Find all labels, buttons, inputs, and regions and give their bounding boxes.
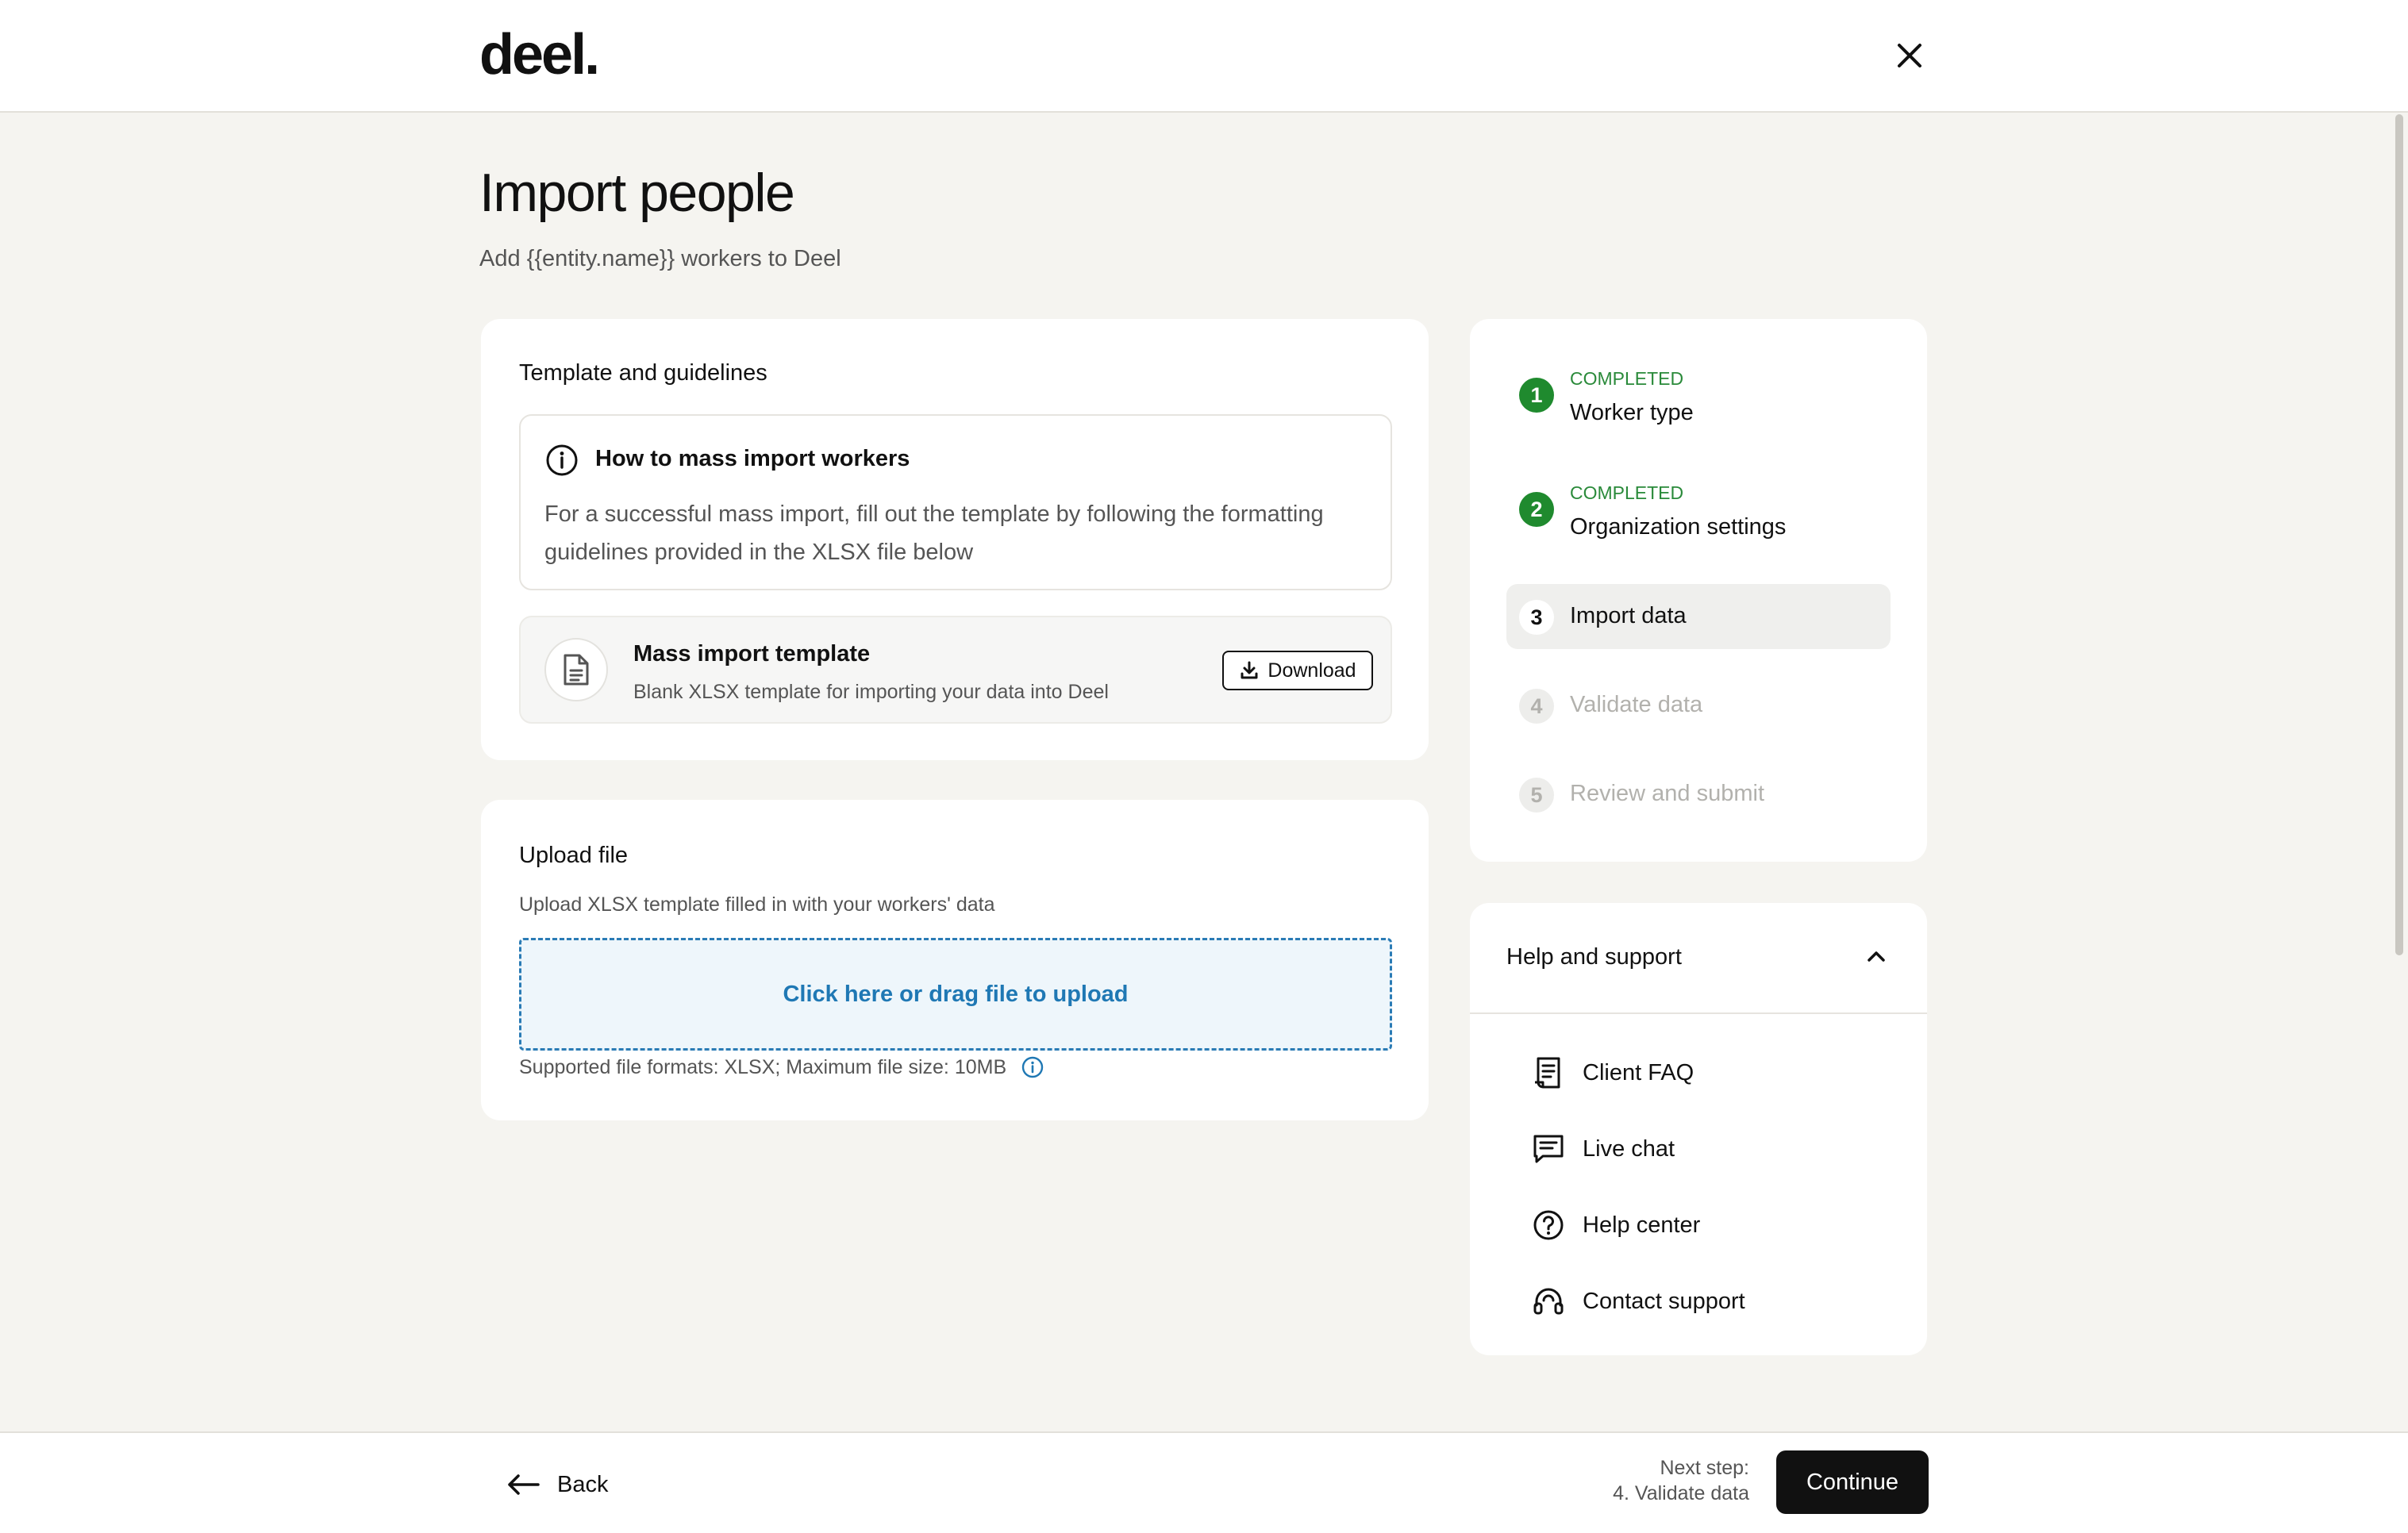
close-icon <box>1898 44 1921 67</box>
step-number-badge: 3 <box>1519 600 1554 635</box>
close-button[interactable] <box>1889 35 1930 76</box>
file-icon-wrapper <box>544 638 608 701</box>
how-to-info-box: How to mass import workers For a success… <box>519 414 1392 590</box>
step-label: Validate data <box>1570 692 1703 717</box>
step-import-data[interactable]: 3 Import data <box>1506 584 1891 649</box>
info-icon[interactable] <box>1021 1055 1044 1079</box>
upload-description: Upload XLSX template filled in with your… <box>519 893 995 916</box>
deel-logo[interactable]: deel. <box>479 22 600 87</box>
chat-bubble-icon <box>1533 1135 1564 1163</box>
help-item-label: Help center <box>1583 1212 1701 1238</box>
help-item-help-center[interactable]: Help center <box>1532 1201 1881 1249</box>
headset-icon <box>1533 1288 1564 1315</box>
step-number-badge: 1 <box>1519 378 1554 413</box>
help-title: Help and support <box>1506 944 1682 970</box>
help-item-label: Contact support <box>1583 1288 1745 1314</box>
file-dropzone[interactable]: Click here or drag file to upload <box>519 938 1392 1051</box>
help-item-label: Client FAQ <box>1583 1059 1694 1085</box>
upload-file-card: Upload file Upload XLSX template filled … <box>481 800 1429 1120</box>
help-header[interactable]: Help and support <box>1470 903 1927 1014</box>
back-label: Back <box>557 1471 609 1497</box>
faq-document-icon <box>1535 1057 1560 1089</box>
template-title: Mass import template <box>633 641 871 667</box>
steps-card: 1 COMPLETED Worker type 2 COMPLETED Orga… <box>1470 319 1927 862</box>
step-label: Review and submit <box>1570 781 1764 806</box>
step-number-badge: 4 <box>1519 689 1554 724</box>
download-icon <box>1241 661 1258 679</box>
page-subtitle: Add {{entity.name}} workers to Deel <box>479 246 841 271</box>
supported-formats: Supported file formats: XLSX; Maximum fi… <box>519 1055 1044 1079</box>
continue-button[interactable]: Continue <box>1776 1450 1929 1514</box>
question-circle-icon <box>1533 1210 1564 1240</box>
chevron-up-icon[interactable] <box>1864 944 1889 970</box>
document-icon <box>564 654 589 686</box>
step-review-and-submit: 5 Review and submit <box>1506 762 1891 827</box>
step-status: COMPLETED <box>1570 368 1684 389</box>
step-number-badge: 2 <box>1519 492 1554 527</box>
step-worker-type[interactable]: 1 COMPLETED Worker type <box>1506 362 1891 427</box>
help-item-live-chat[interactable]: Live chat <box>1532 1125 1881 1173</box>
continue-label: Continue <box>1806 1469 1899 1495</box>
next-step-label: Next step: <box>1660 1457 1749 1479</box>
next-step-info: Next step: 4. Validate data <box>1556 1455 1749 1506</box>
footer-bar: Back Next step: 4. Validate data Continu… <box>0 1431 2408 1533</box>
step-number-badge: 5 <box>1519 778 1554 813</box>
mass-import-template-row: Mass import template Blank XLSX template… <box>519 616 1392 724</box>
template-description: Blank XLSX template for importing your d… <box>633 681 1109 703</box>
step-organization-settings[interactable]: 2 COMPLETED Organization settings <box>1506 476 1891 541</box>
card-title: Template and guidelines <box>519 360 767 386</box>
dropzone-label: Click here or drag file to upload <box>783 981 1129 1007</box>
step-label: Organization settings <box>1570 514 1787 540</box>
info-body: For a successful mass import, fill out t… <box>544 501 1324 565</box>
formats-text: Supported file formats: XLSX; Maximum fi… <box>519 1055 1007 1078</box>
step-validate-data: 4 Validate data <box>1506 673 1891 738</box>
template-guidelines-card: Template and guidelines How to mass impo… <box>481 319 1429 760</box>
next-step-value: 4. Validate data <box>1613 1482 1749 1504</box>
top-bar: deel. <box>0 0 2408 113</box>
back-button[interactable]: Back <box>505 1465 608 1504</box>
download-button[interactable]: Download <box>1222 651 1373 690</box>
card-title: Upload file <box>519 843 629 868</box>
help-item-client-faq[interactable]: Client FAQ <box>1532 1049 1881 1097</box>
help-item-label: Live chat <box>1583 1135 1675 1162</box>
info-title: How to mass import workers <box>595 446 910 471</box>
arrow-left-icon <box>508 1474 540 1495</box>
help-support-card: Help and support Client FAQ Live chat He… <box>1470 903 1927 1355</box>
step-label: Worker type <box>1570 400 1694 425</box>
download-label: Download <box>1267 659 1356 682</box>
info-circle-icon <box>544 443 579 482</box>
step-label: Import data <box>1570 603 1687 628</box>
help-item-contact-support[interactable]: Contact support <box>1532 1278 1881 1325</box>
scrollbar[interactable] <box>2395 114 2403 955</box>
page-title: Import people <box>479 163 795 223</box>
step-status: COMPLETED <box>1570 482 1684 503</box>
